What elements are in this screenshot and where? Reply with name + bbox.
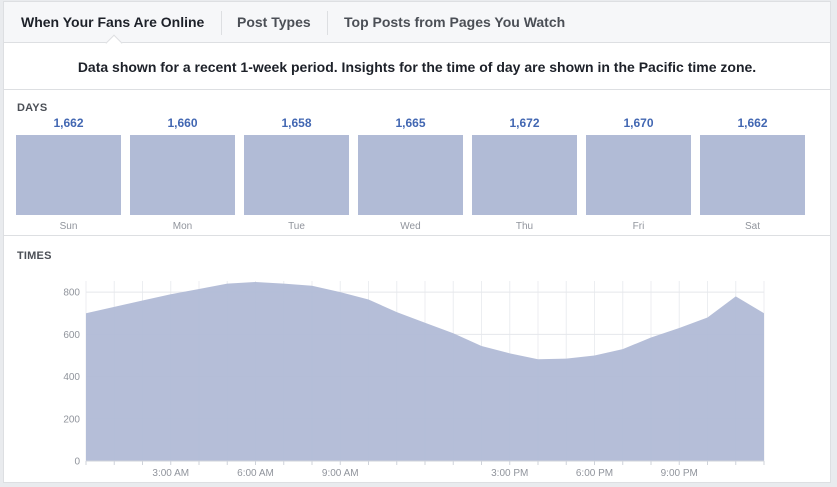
day-column-fri[interactable]: 1,670 Fri	[586, 112, 691, 234]
day-label: Mon	[172, 221, 193, 232]
day-value: 1,662	[737, 116, 768, 130]
y-tick-label: 800	[63, 288, 80, 299]
day-label: Sat	[744, 221, 760, 232]
day-label: Tue	[288, 221, 305, 232]
day-bar	[16, 135, 121, 215]
x-tick-label: 3:00 AM	[152, 468, 189, 479]
x-tick-label: 6:00 PM	[576, 468, 613, 479]
period-notice: Data shown for a recent 1-week period. I…	[4, 44, 830, 90]
day-value: 1,670	[623, 116, 654, 130]
day-column-mon[interactable]: 1,660 Mon	[130, 112, 235, 234]
day-bar	[358, 135, 463, 215]
day-bar	[700, 135, 805, 215]
x-tick-label: 6:00 AM	[237, 468, 274, 479]
day-bar	[472, 135, 577, 215]
section-divider	[4, 235, 830, 236]
day-bar	[586, 135, 691, 215]
day-column-sat[interactable]: 1,662 Sat	[700, 112, 805, 234]
day-column-tue[interactable]: 1,658 Tue	[244, 112, 349, 234]
times-section-label: TIMES	[17, 250, 52, 262]
y-tick-label: 400	[63, 372, 80, 383]
x-tick-label: 9:00 PM	[661, 468, 698, 479]
x-tick-label: 3:00 PM	[491, 468, 528, 479]
y-tick-label: 600	[63, 330, 80, 341]
day-value: 1,662	[53, 116, 84, 130]
tab-divider	[327, 11, 328, 35]
day-label: Wed	[400, 221, 421, 232]
day-value: 1,665	[395, 116, 426, 130]
y-tick-label: 0	[74, 457, 80, 468]
tab-divider	[221, 11, 222, 35]
day-bar	[244, 135, 349, 215]
day-value: 1,672	[509, 116, 540, 130]
day-column-wed[interactable]: 1,665 Wed	[358, 112, 463, 234]
tab-bar: When Your Fans Are Online Post Types Top…	[4, 2, 830, 52]
day-label: Sun	[59, 221, 78, 232]
x-tick-label: 9:00 AM	[322, 468, 359, 479]
tab-post-types[interactable]: Post Types	[237, 2, 311, 43]
day-value: 1,658	[281, 116, 312, 130]
day-column-thu[interactable]: 1,672 Thu	[472, 112, 577, 234]
day-bar	[130, 135, 235, 215]
day-column-sun[interactable]: 1,662 Sun	[16, 112, 121, 234]
y-tick-label: 200	[63, 414, 80, 425]
day-value: 1,660	[167, 116, 198, 130]
day-label: Thu	[515, 221, 534, 232]
times-chart[interactable]: 0 200 400 600 800 3:00 AM 6:00 AM 9:00 AM 3:00 P…	[3, 263, 831, 483]
tab-top-posts[interactable]: Top Posts from Pages You Watch	[344, 2, 565, 43]
day-label: Fri	[632, 221, 645, 232]
